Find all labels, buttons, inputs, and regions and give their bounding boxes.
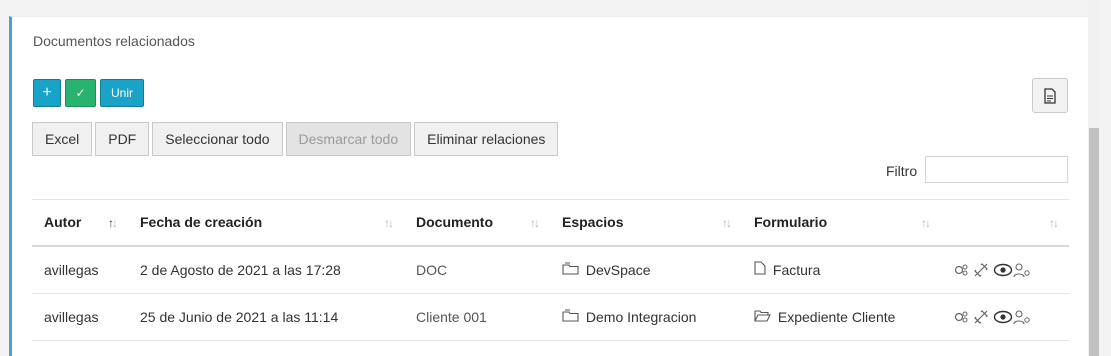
cell-formulario: Expediente Cliente — [742, 293, 941, 341]
add-button[interactable]: + — [33, 79, 61, 107]
column-header-label: Documento — [416, 214, 493, 231]
cell-fecha: 2 de Agosto de 2021 a las 17:28 — [128, 245, 404, 294]
column-header-documento[interactable]: Documento ↑↓ — [404, 199, 550, 247]
space-name[interactable]: DevSpace — [586, 262, 651, 278]
file-icon — [754, 261, 766, 278]
filter-input[interactable] — [925, 156, 1068, 183]
unlink-icon[interactable] — [973, 262, 989, 278]
export-excel-button[interactable]: Excel — [32, 122, 93, 156]
cell-espacio: Demo Integracion — [550, 293, 742, 341]
delete-relations-button[interactable]: Eliminar relaciones — [414, 122, 559, 156]
table-toolbar: Excel PDF Seleccionar todo Desmarcar tod… — [32, 122, 559, 156]
column-header-label: Fecha de creación — [140, 214, 263, 231]
user-settings-icon[interactable] — [1013, 262, 1030, 278]
user-settings-icon[interactable] — [1013, 309, 1030, 325]
cell-autor: avillegas — [32, 245, 128, 294]
unlink-icon[interactable] — [973, 309, 989, 325]
sort-icon: ↑↓ — [1049, 216, 1059, 230]
confirm-button[interactable]: ✓ — [65, 79, 96, 107]
settings-icon[interactable] — [953, 309, 969, 325]
cell-documento[interactable]: DOC — [404, 245, 550, 294]
scrollbar-thumb[interactable] — [1089, 128, 1099, 356]
related-documents-panel: Documentos relacionados + ✓ Unir Excel P… — [9, 16, 1088, 356]
space-folder-icon — [562, 309, 579, 325]
cell-documento[interactable]: Cliente 001 — [404, 293, 550, 341]
related-documents-table: Autor ↑↓ Fecha de creación ↑↓ Documento … — [32, 199, 1069, 341]
form-name[interactable]: Factura — [773, 262, 820, 278]
cell-fecha: 25 de Junio de 2021 a las 11:14 — [128, 293, 404, 341]
space-name[interactable]: Demo Integracion — [586, 309, 697, 325]
join-button[interactable]: Unir — [100, 79, 144, 107]
table-row[interactable]: avillegas 2 de Agosto de 2021 a las 17:2… — [32, 245, 1069, 294]
sort-icon: ↑↓ — [108, 216, 118, 230]
unselect-all-button[interactable]: Desmarcar todo — [285, 122, 412, 156]
filter-label: Filtro — [886, 163, 918, 179]
sort-icon: ↑↓ — [384, 216, 394, 230]
cell-formulario: Factura — [742, 245, 941, 294]
cell-actions — [941, 245, 1069, 294]
sort-icon: ↑↓ — [921, 216, 931, 230]
select-all-button[interactable]: Seleccionar todo — [152, 122, 283, 156]
export-document-button[interactable] — [1032, 78, 1068, 113]
export-pdf-button[interactable]: PDF — [95, 122, 150, 156]
eye-icon[interactable] — [993, 262, 1013, 278]
eye-icon[interactable] — [993, 309, 1013, 325]
form-name[interactable]: Expediente Cliente — [778, 309, 896, 325]
document-icon — [1044, 87, 1056, 104]
panel-title: Documentos relacionados — [33, 33, 195, 49]
cell-espacio: DevSpace — [550, 245, 742, 294]
cell-actions — [941, 293, 1069, 341]
cell-autor: avillegas — [32, 293, 128, 341]
sort-icon: ↑↓ — [722, 216, 732, 230]
table-row[interactable]: avillegas 25 de Junio de 2021 a las 11:1… — [32, 293, 1069, 341]
open-folder-icon — [754, 309, 771, 325]
column-header-label: Autor — [44, 214, 82, 231]
settings-icon[interactable] — [953, 262, 969, 278]
sort-icon: ↑↓ — [530, 216, 540, 230]
column-header-espacios[interactable]: Espacios ↑↓ — [550, 199, 742, 247]
column-header-fecha[interactable]: Fecha de creación ↑↓ — [128, 199, 404, 247]
column-header-actions[interactable]: ↑↓ — [941, 199, 1069, 247]
column-header-label: Formulario — [754, 214, 828, 231]
column-header-autor[interactable]: Autor ↑↓ — [32, 199, 128, 247]
column-header-label: Espacios — [562, 214, 624, 231]
column-header-formulario[interactable]: Formulario ↑↓ — [742, 199, 941, 247]
space-folder-icon — [562, 262, 579, 278]
